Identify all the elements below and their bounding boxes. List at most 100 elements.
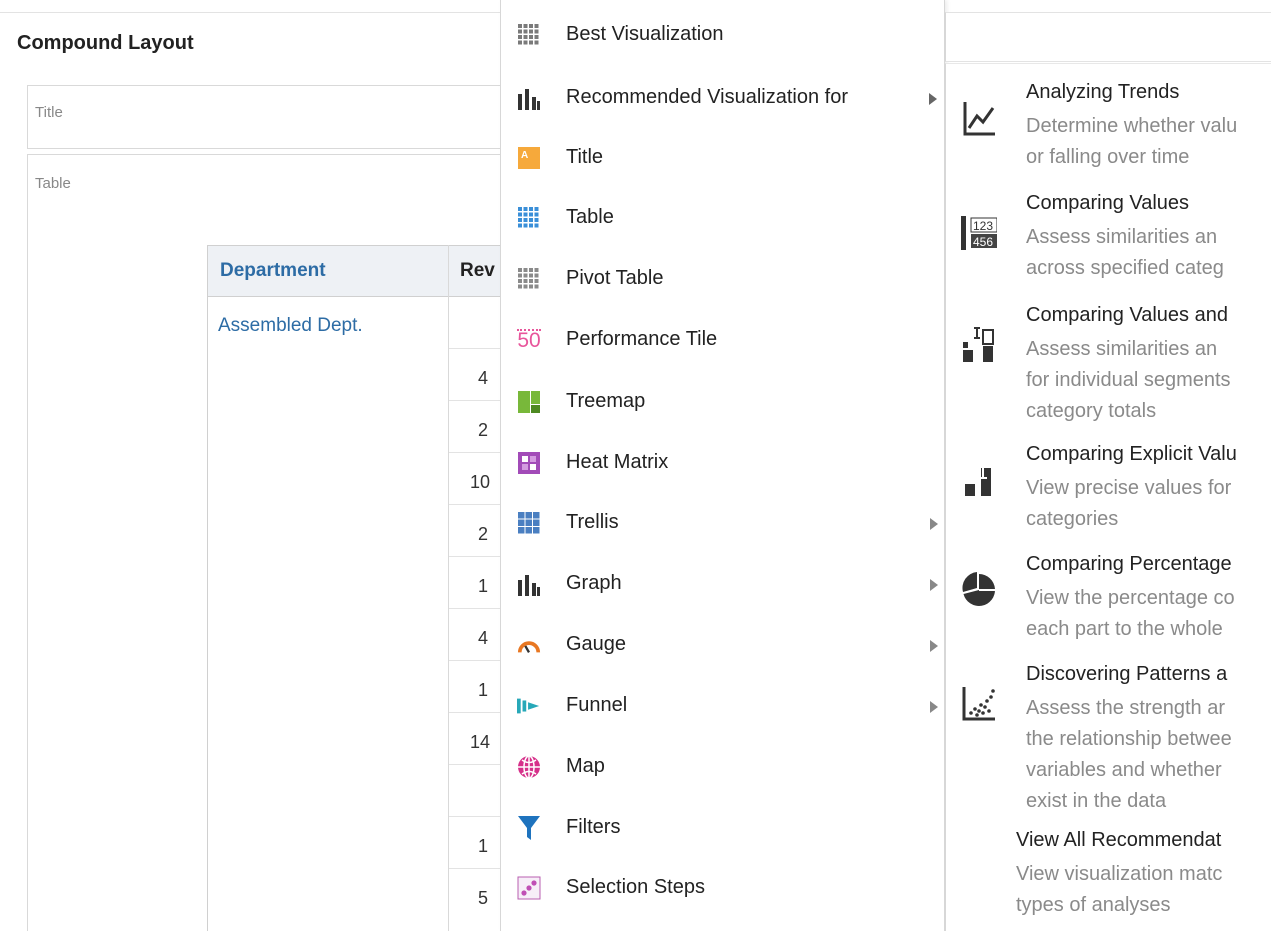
menu-item-funnel[interactable]: Funnel (501, 686, 946, 740)
insert-view-menu: Best Visualization Recommended Visualizat… (500, 0, 945, 931)
revenue-cell: 4 (478, 628, 489, 648)
menu-item-label: Performance Tile (566, 328, 718, 350)
scatter-icon (961, 683, 997, 723)
header-rule (0, 12, 500, 13)
title-view-box[interactable]: Title (27, 85, 507, 149)
submenu-item-comparing-explicit-valu[interactable]: Comparing Explicit Valu View precise valu… (946, 443, 1271, 537)
submenu-item-description: View visualization matc types of analyse… (1016, 863, 1223, 916)
submenu-top-strip (945, 12, 1271, 62)
menu-item-label: Graph (566, 572, 622, 594)
menu-item-heat-matrix[interactable]: Heat Matrix (501, 443, 946, 497)
menu-item-label: Heat Matrix (566, 451, 669, 473)
title-icon: A (517, 146, 541, 170)
gauge-icon (517, 633, 541, 657)
submenu-arrow-icon (930, 701, 938, 713)
menu-item-title[interactable]: A Title (501, 138, 946, 192)
menu-item-filters[interactable]: Filters (501, 808, 946, 862)
submenu-item-description: Assess the strength ar the relationship … (1026, 697, 1232, 812)
treemap-icon (517, 390, 541, 414)
revenue-cell: 1 (478, 576, 489, 596)
title-view-label: Title (35, 104, 63, 121)
menu-item-label: Table (566, 206, 614, 228)
submenu-item-analyzing-trends[interactable]: Analyzing Trends Determine whether valu o… (946, 81, 1271, 175)
recommended-visualization-submenu: Analyzing Trends Determine whether valu o… (945, 63, 1271, 931)
pie-icon (961, 568, 997, 608)
menu-item-label: Title (566, 146, 604, 168)
menu-item-label: Filters (566, 816, 621, 838)
bar-chart-icon (517, 86, 541, 110)
menu-item-best-visualization[interactable]: Best Visualization (501, 15, 946, 69)
svg-text:A: A (521, 150, 528, 161)
menu-item-selection-steps[interactable]: Selection Steps (501, 868, 946, 922)
menu-item-graph[interactable]: Graph (501, 564, 946, 618)
menu-item-performance-tile[interactable]: 50 Performance Tile (501, 320, 946, 374)
revenue-cell: 1 (478, 680, 489, 700)
graph-icon (517, 572, 541, 596)
menu-item-gauge[interactable]: Gauge (501, 625, 946, 679)
map-icon (517, 755, 541, 779)
revenue-cell: 5 (478, 888, 489, 908)
column-header-department[interactable]: Department (220, 260, 326, 282)
filter-icon (517, 816, 541, 840)
submenu-item-view-all-recommendat[interactable]: View All Recommendat View visualization m… (946, 829, 1271, 923)
revenue-cell: 2 (478, 420, 489, 440)
menu-item-pivot-table[interactable]: Pivot Table (501, 259, 946, 313)
menu-item-label: Gauge (566, 633, 627, 655)
compare-segments-icon (961, 324, 997, 364)
submenu-item-title: Analyzing Trends (1026, 81, 1180, 103)
submenu-item-title: Comparing Values and (1026, 304, 1228, 326)
submenu-arrow-icon (930, 640, 938, 652)
compound-layout-title: Compound Layout (17, 32, 194, 54)
selection-steps-icon (517, 876, 541, 900)
submenu-item-comparing-values[interactable]: 123 456 Comparing Values Assess similaritie… (946, 192, 1271, 286)
submenu-item-comparing-values-and[interactable]: Comparing Values and Assess similarities … (946, 304, 1271, 429)
trend-icon (961, 98, 997, 138)
submenu-arrow-icon (930, 579, 938, 591)
table-header-row: Department Rev (208, 245, 508, 297)
menu-item-map[interactable]: Map (501, 747, 946, 801)
submenu-item-title: Discovering Patterns a (1026, 663, 1228, 685)
heat-matrix-icon (517, 451, 541, 475)
menu-item-label: Trellis (566, 511, 619, 533)
data-table: Department Rev Assembled Dept. 4 2 10 2 1 4 1 1… (207, 245, 508, 931)
submenu-item-description: View the percentage co each part to the … (1026, 587, 1235, 640)
submenu-item-description: Assess similarities an across specified … (1026, 226, 1224, 279)
submenu-arrow-icon (929, 93, 937, 105)
grid-icon (517, 23, 541, 47)
revenue-cell: 4 (478, 368, 489, 388)
menu-item-treemap[interactable]: Treemap (501, 382, 946, 436)
submenu-item-comparing-percentage[interactable]: Comparing Percentage View the percentage … (946, 553, 1271, 647)
column-header-revenue[interactable]: Rev (460, 260, 495, 282)
submenu-item-description: Assess similarities an for individual se… (1026, 338, 1231, 422)
revenue-cell: 1 (478, 836, 489, 856)
funnel-icon (517, 694, 541, 718)
table-view-label: Table (35, 175, 71, 192)
table-icon (517, 206, 541, 230)
department-cell[interactable]: Assembled Dept. (218, 315, 363, 337)
menu-item-label: Funnel (566, 694, 628, 716)
submenu-item-description: Determine whether valu or falling over t… (1026, 115, 1238, 168)
submenu-item-discovering-patterns-a[interactable]: Discovering Patterns a Assess the strengt… (946, 663, 1271, 819)
menu-item-trellis[interactable]: Trellis (501, 503, 946, 557)
menu-item-table[interactable]: Table (501, 198, 946, 252)
menu-item-label: Best Visualization (566, 23, 724, 45)
submenu-item-title: Comparing Values (1026, 192, 1190, 214)
menu-item-recommended-visualization-for[interactable]: Recommended Visualization for (501, 78, 946, 132)
svg-text:456: 456 (973, 235, 993, 249)
submenu-item-title: Comparing Percentage (1026, 553, 1232, 575)
compare-values-icon: 123 456 (961, 212, 997, 252)
submenu-item-description: View precise values for categories (1026, 477, 1232, 530)
menu-item-label: Map (566, 755, 605, 777)
submenu-item-title: Comparing Explicit Valu (1026, 443, 1237, 465)
menu-item-label: Recommended Visualization for (566, 86, 849, 108)
revenue-cell: 10 (470, 472, 491, 492)
menu-item-label: Selection Steps (566, 876, 705, 898)
submenu-item-title: View All Recommendat (1016, 829, 1222, 851)
revenue-cell: 2 (478, 524, 489, 544)
revenue-cell: 14 (470, 732, 491, 752)
menu-item-label: Pivot Table (566, 267, 664, 289)
menu-item-label: Treemap (566, 390, 646, 412)
pivot-table-icon (517, 267, 541, 291)
explicit-values-icon (961, 458, 997, 498)
svg-text:123: 123 (973, 219, 993, 233)
